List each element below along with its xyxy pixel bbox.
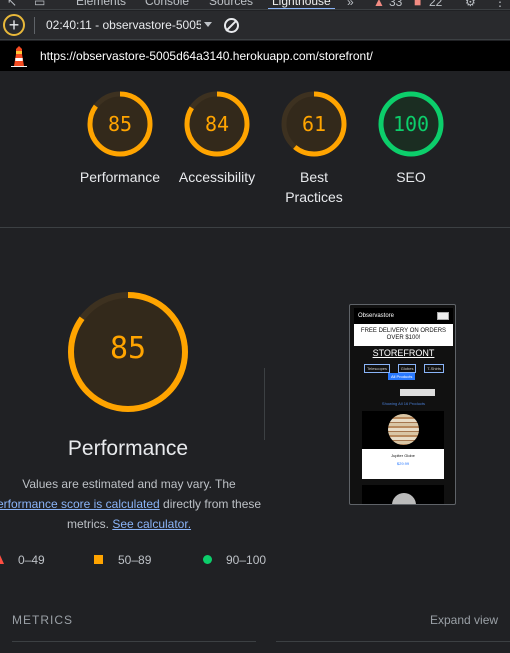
- report-url-bar: https://observastore-5005d64a3140.heroku…: [0, 41, 510, 71]
- average-square-icon: [94, 555, 103, 564]
- score-gauges: 85 Performance 84 Accessibility 61 Best …: [0, 71, 510, 227]
- lighthouse-toolbar: + 02:40:11 - observastore-5005: [0, 11, 510, 40]
- gauge-seo-label: SEO: [396, 169, 426, 185]
- inspect-element-icon[interactable]: ↖: [7, 0, 17, 9]
- report-url[interactable]: https://observastore-5005d64a3140.heroku…: [40, 49, 373, 63]
- tab-console[interactable]: Console: [145, 0, 189, 8]
- thumb-product-name: Jupiter Globe: [391, 453, 415, 458]
- metrics-divider-right: [276, 641, 510, 642]
- jupiter-planet-icon: [388, 414, 419, 445]
- performance-desc-line-2: erformance score is calculated directly …: [0, 494, 262, 514]
- new-report-button[interactable]: +: [3, 14, 25, 36]
- performance-description: Values are estimated and may vary. The e…: [0, 474, 262, 534]
- thumb-btn-globes: Globes: [397, 364, 417, 373]
- issues-icon[interactable]: ■: [414, 0, 421, 9]
- thumb-product-count: Showing All 16 Products: [381, 401, 426, 406]
- settings-gear-icon[interactable]: ⚙: [465, 0, 476, 9]
- thumb-banner: FREE DELIVERY ON ORDERS OVER $100!: [354, 324, 453, 346]
- metrics-heading: METRICS: [12, 613, 73, 627]
- thumb-product-card-2: [362, 485, 444, 504]
- issues-count[interactable]: 22: [429, 0, 442, 9]
- thumb-product-image: [362, 411, 444, 449]
- lighthouse-logo-icon: [11, 46, 27, 67]
- fail-triangle-icon: [0, 555, 4, 564]
- thumb-header: Observastore: [354, 308, 453, 324]
- chevron-down-icon[interactable]: [204, 22, 212, 27]
- performance-desc-line-2-rest: directly from these: [159, 497, 262, 511]
- thumb-product-card: Jupiter Globe $29.99: [362, 411, 444, 479]
- thumb-product-price: $29.99: [396, 461, 410, 466]
- device-toolbar-icon[interactable]: ▭: [34, 0, 45, 9]
- performance-title: Performance: [67, 437, 189, 460]
- devtools-tabstrip: ↖ ▭ Elements Console Sources Lighthouse …: [0, 0, 510, 10]
- gauge-seo-score: 100: [392, 112, 430, 136]
- more-tabs-icon[interactable]: »: [347, 0, 354, 9]
- tab-sources[interactable]: Sources: [209, 0, 253, 8]
- see-calculator-link[interactable]: See calculator.: [112, 517, 191, 531]
- score-calculated-link[interactable]: erformance score is calculated: [0, 497, 160, 511]
- performance-large-score: 85: [109, 331, 147, 366]
- metrics-divider-left: [12, 641, 256, 642]
- legend-fail-range: 0–49: [18, 553, 45, 567]
- thumb-btn-telescopes: Telescopes: [364, 364, 391, 373]
- saturn-planet-icon: [392, 493, 416, 504]
- thumb-btn-tshirts: T-Shirts: [424, 364, 444, 373]
- more-options-icon[interactable]: ⋮: [494, 0, 506, 9]
- thumb-title: STOREFRONT: [372, 348, 435, 358]
- thumb-brand: Observastore: [358, 313, 395, 319]
- warnings-count[interactable]: 33: [389, 0, 402, 9]
- expand-view-toggle[interactable]: Expand view: [430, 613, 498, 627]
- performance-desc-line-1: Values are estimated and may vary. The: [22, 477, 236, 491]
- vertical-divider: [264, 368, 265, 440]
- gauge-seo[interactable]: 100 SEO: [351, 91, 471, 187]
- clear-all-icon[interactable]: [224, 18, 239, 33]
- plus-icon: +: [8, 15, 20, 35]
- legend-pass-range: 90–100: [226, 553, 267, 567]
- report-select[interactable]: 02:40:11 - observastore-5005: [46, 18, 201, 32]
- thumb-category-buttons: Telescopes Globes T-Shirts: [364, 364, 444, 373]
- performance-desc-line-3-text: metrics.: [66, 517, 113, 531]
- final-screenshot-thumbnail[interactable]: Observastore FREE DELIVERY ON ORDERS OVE…: [349, 304, 456, 505]
- legend-average-range: 50–89: [118, 553, 152, 567]
- thumb-all-products-button: All Products: [388, 373, 416, 380]
- thumb-product-image-2: [362, 485, 444, 504]
- thumb-sort-select: [400, 389, 435, 396]
- tab-elements[interactable]: Elements: [76, 0, 126, 8]
- performance-desc-line-3: metrics. See calculator.: [0, 514, 262, 534]
- tab-lighthouse[interactable]: Lighthouse: [268, 0, 335, 9]
- warning-icon[interactable]: ▲: [373, 0, 385, 9]
- toolbar-divider: [34, 17, 35, 34]
- section-divider: [0, 227, 510, 228]
- thumb-menu-icon: [437, 312, 449, 320]
- pass-circle-icon: [203, 555, 212, 564]
